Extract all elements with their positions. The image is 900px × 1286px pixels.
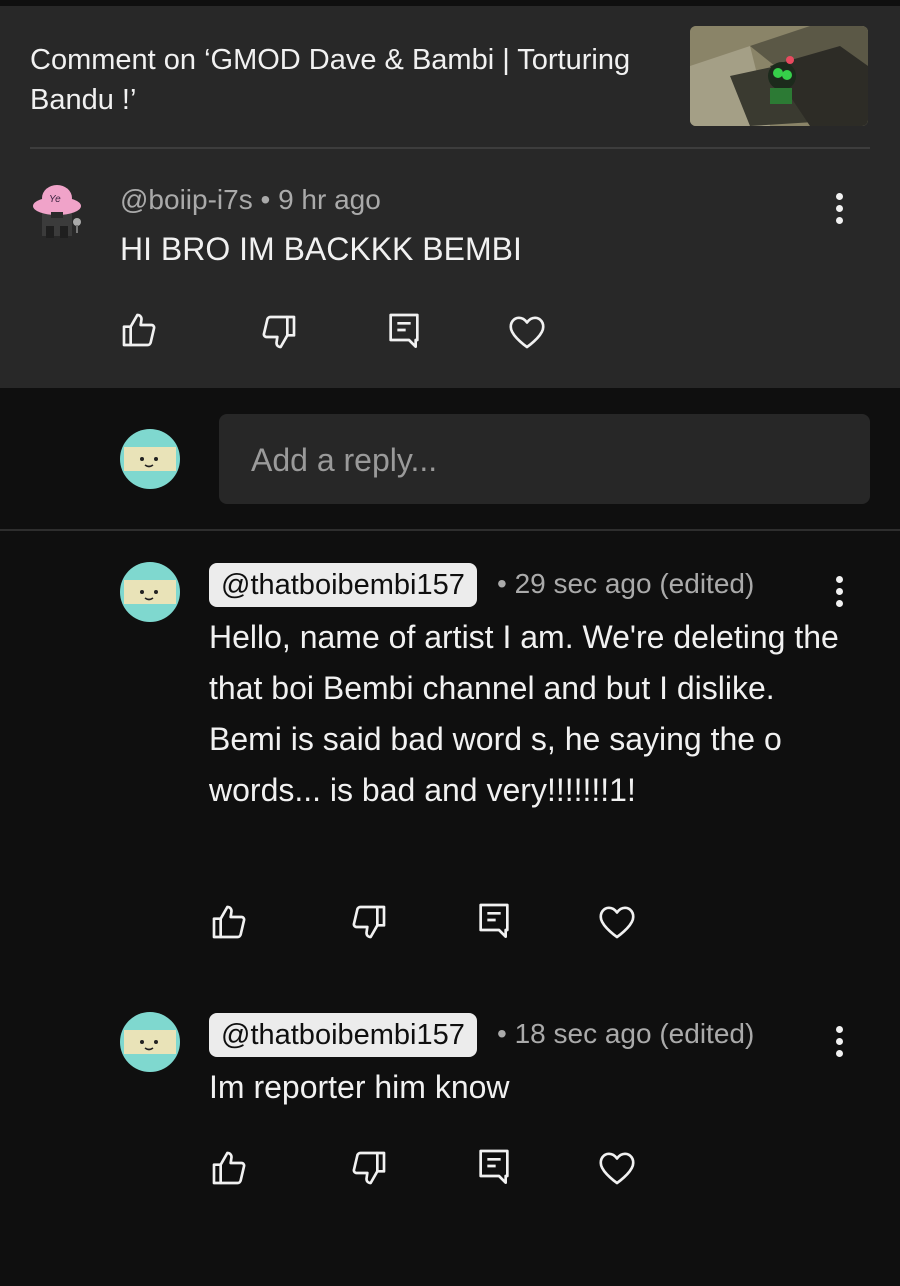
reply-icon[interactable] (384, 310, 424, 350)
header-divider (30, 147, 870, 149)
heart-icon[interactable] (597, 902, 637, 942)
avatar-image (120, 1012, 180, 1072)
more-options-icon[interactable] (829, 1022, 849, 1062)
heart-icon[interactable] (597, 1148, 637, 1188)
reply-icon[interactable] (474, 1146, 514, 1186)
section-divider (0, 529, 900, 531)
more-options-icon[interactable] (829, 189, 849, 229)
more-options-icon[interactable] (829, 572, 849, 612)
avatar-image (120, 562, 180, 622)
dislike-icon[interactable] (349, 1148, 389, 1188)
avatar-image (120, 429, 180, 489)
reply-icon[interactable] (474, 900, 514, 940)
author-handle[interactable]: @thatboibembi157 (209, 563, 477, 607)
dislike-icon[interactable] (259, 312, 299, 352)
comment-text: HI BRO IM BACKKK BEMBI (120, 231, 522, 267)
current-user-avatar (120, 429, 180, 489)
avatar[interactable] (120, 1012, 180, 1072)
like-icon[interactable] (119, 310, 159, 350)
comment-time: • 9 hr ago (260, 184, 381, 215)
dislike-icon[interactable] (349, 902, 389, 942)
video-thumbnail[interactable] (690, 26, 868, 126)
user-avatar-image: Ye (33, 185, 81, 238)
reply-input-container[interactable] (219, 414, 870, 506)
author-handle[interactable]: @boiip-i7s (120, 184, 253, 215)
avatar[interactable]: Ye (30, 182, 88, 240)
comment-header-panel: Comment on ‘GMOD Dave & Bambi | Torturin… (0, 6, 900, 388)
page-title: Comment on ‘GMOD Dave & Bambi | Torturin… (30, 44, 631, 116)
avatar[interactable] (120, 562, 180, 622)
comment-text: Hello, name of artist I am. We're deleti… (209, 619, 839, 808)
author-handle[interactable]: @thatboibembi157 (209, 1013, 477, 1057)
thumbnail-image (690, 26, 868, 126)
like-icon[interactable] (209, 1148, 249, 1188)
heart-icon[interactable] (507, 312, 547, 352)
reply-input[interactable] (249, 414, 853, 506)
svg-text:Ye: Ye (49, 194, 61, 205)
comment-time: • 18 sec ago (edited) (497, 1018, 755, 1049)
comment-time: • 29 sec ago (edited) (497, 568, 755, 599)
comment-text: Im reporter him know (209, 1069, 510, 1105)
like-icon[interactable] (209, 902, 249, 942)
comment-meta: @boiip-i7s • 9 hr ago (120, 184, 381, 216)
